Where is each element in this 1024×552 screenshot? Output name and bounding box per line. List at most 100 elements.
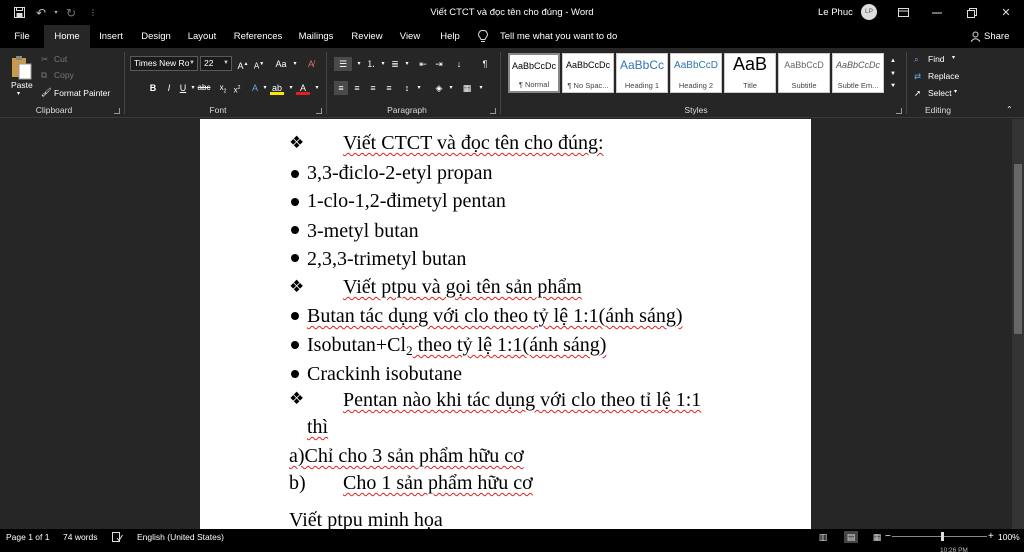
avatar[interactable]: LP (861, 4, 877, 20)
style-normal[interactable]: AaBbCcDc ¶ Normal (508, 53, 560, 93)
font-color-icon[interactable]: A (296, 81, 310, 95)
proofing-icon[interactable] (112, 529, 123, 545)
list-item[interactable]: Isobutan+Cl2 theo tỷ lệ 1:1(ánh sáng) (307, 333, 606, 363)
italic-icon[interactable]: I (162, 81, 176, 95)
copy-button[interactable]: Copy (54, 70, 74, 80)
document-page[interactable]: ❖ Viết CTCT và đọc tên cho đúng: 3,3-đic… (200, 119, 811, 529)
chevron-down-icon[interactable]: ▾ (412, 81, 426, 95)
heading-line-3-continued[interactable]: thì (307, 415, 328, 439)
cut-icon[interactable]: ✂ (41, 54, 48, 65)
list-item[interactable]: 3,3-điclo-2-etyl propan (307, 161, 493, 185)
font-name-box[interactable]: Times New Ro ▼ (130, 56, 198, 71)
customize-quick-access-icon[interactable]: ⋮ (82, 0, 104, 25)
chevron-down-icon[interactable]: ▾ (400, 57, 414, 71)
bold-icon[interactable]: B (146, 81, 160, 95)
paste-button[interactable]: Paste (11, 80, 33, 90)
align-right-icon[interactable]: ≡ (366, 81, 380, 95)
style-no-spacing[interactable]: AaBbCcDc ¶ No Spac... (562, 53, 614, 93)
tab-file[interactable]: File (8, 25, 36, 48)
chevron-down-icon[interactable]: ▾ (288, 57, 302, 71)
find-button[interactable]: Find (928, 54, 945, 64)
tab-help[interactable]: Help (436, 25, 464, 48)
highlight-icon[interactable]: ab (270, 81, 284, 95)
collapse-ribbon-icon[interactable]: ⌃ (1006, 105, 1013, 114)
restore-icon[interactable] (955, 0, 989, 25)
styles-scroll-down-icon[interactable]: ▼ (886, 67, 900, 81)
clipboard-launcher-icon[interactable] (114, 108, 120, 114)
styles-scroll-up-icon[interactable]: ▲ (886, 54, 900, 68)
paste-icon[interactable] (10, 55, 32, 81)
print-layout-icon[interactable]: ▤ (844, 531, 858, 543)
grow-font-icon[interactable]: A▲ (236, 57, 250, 71)
ribbon-display-options-icon[interactable] (886, 0, 920, 25)
vertical-scrollbar[interactable] (1012, 119, 1024, 529)
style-heading-2[interactable]: AaBbCcD Heading 2 (670, 53, 722, 93)
list-item[interactable]: 1-clo-1,2-đimetyl pentan (307, 189, 506, 213)
borders-icon[interactable]: ▦ (460, 81, 474, 95)
heading-line-3[interactable]: Pentan nào khi tác dụng với clo theo tỉ … (343, 388, 701, 412)
list-item[interactable]: Crackinh isobutane (307, 362, 462, 386)
word-count[interactable]: 74 words (63, 529, 98, 545)
zoom-level[interactable]: 100% (998, 529, 1020, 545)
clear-formatting-icon[interactable]: A̸ (304, 57, 318, 71)
tab-view[interactable]: View (396, 25, 424, 48)
heading-line-1[interactable]: Viết CTCT và đọc tên cho đúng: (343, 131, 604, 155)
zoom-in-icon[interactable]: + (988, 529, 994, 545)
decrease-indent-icon[interactable]: ⇤ (416, 57, 430, 71)
option-b[interactable]: Cho 1 sản phẩm hữu cơ (343, 471, 533, 495)
option-a[interactable]: a)Chỉ cho 3 sản phẩm hữu cơ (289, 444, 524, 468)
shrink-font-icon[interactable]: A▼ (252, 57, 266, 71)
tab-insert[interactable]: Insert (94, 25, 128, 48)
scrollbar-thumb[interactable] (1014, 164, 1022, 334)
zoom-slider-thumb[interactable] (941, 532, 944, 541)
show-formatting-icon[interactable]: ¶ (478, 57, 492, 71)
cut-button[interactable]: Cut (54, 54, 67, 64)
chevron-down-icon[interactable]: ▾ (952, 54, 955, 61)
language-indicator[interactable]: English (United States) (137, 529, 224, 545)
closing-line[interactable]: Viết ptpu minh họa (289, 508, 443, 529)
strikethrough-icon[interactable]: abc (196, 81, 212, 95)
styles-launcher-icon[interactable] (896, 108, 902, 114)
user-name[interactable]: Le Phuc (818, 0, 853, 25)
format-painter-icon[interactable]: 🖌 (41, 87, 52, 98)
style-title[interactable]: AaB Title (724, 53, 776, 93)
replace-button[interactable]: Replace (928, 71, 959, 81)
style-heading-1[interactable]: AaBbCc Heading 1 (616, 53, 668, 93)
list-item[interactable]: Butan tác dụng với clo theo tỷ lệ 1:1(án… (307, 304, 683, 328)
tab-mailings[interactable]: Mailings (296, 25, 336, 48)
superscript-icon[interactable]: x2 (230, 81, 244, 95)
tab-home[interactable]: Home (44, 25, 90, 48)
bullets-icon[interactable]: ☰ (334, 57, 352, 71)
font-size-box[interactable]: 22 ▼ (200, 56, 232, 71)
tab-layout[interactable]: Layout (184, 25, 220, 48)
align-center-icon[interactable]: ≡ (350, 81, 364, 95)
justify-icon[interactable]: ≡ (382, 81, 396, 95)
paste-dropdown-icon[interactable]: ▾ (17, 90, 20, 97)
page-count[interactable]: Page 1 of 1 (6, 529, 49, 545)
format-painter-button[interactable]: Format Painter (54, 88, 110, 98)
heading-line-2[interactable]: Viết ptpu và gọi tên sản phẩm (343, 275, 582, 299)
tell-me-search[interactable]: Tell me what you want to do (500, 25, 617, 48)
option-b-label[interactable]: b) (289, 471, 306, 495)
undo-dropdown-icon[interactable]: ▾ (52, 0, 60, 25)
zoom-out-icon[interactable]: − (885, 529, 891, 545)
sort-icon[interactable]: ↓ (452, 57, 466, 71)
chevron-down-icon[interactable]: ▾ (954, 88, 957, 95)
list-item[interactable]: 2,3,3-trimetyl butan (307, 247, 466, 271)
change-case-icon[interactable]: Aa (274, 57, 288, 71)
copy-icon[interactable]: ⧉ (41, 70, 47, 81)
share-button[interactable]: Share (984, 25, 1009, 48)
paragraph-launcher-icon[interactable] (490, 108, 496, 114)
style-subtle-emphasis[interactable]: AaBbCcDc Subtle Em... (832, 53, 884, 93)
redo-icon[interactable]: ↻ (60, 0, 82, 25)
style-subtitle[interactable]: AaBbCcD Subtitle (778, 53, 830, 93)
save-icon[interactable] (8, 0, 30, 25)
document-area[interactable]: ❖ Viết CTCT và đọc tên cho đúng: 3,3-đic… (0, 119, 1024, 529)
web-layout-icon[interactable]: ▦ (870, 531, 884, 543)
minimize-icon[interactable] (920, 0, 954, 25)
chevron-down-icon[interactable]: ▾ (310, 81, 324, 95)
undo-icon[interactable]: ↶ (30, 0, 52, 25)
chevron-down-icon[interactable]: ▾ (474, 81, 488, 95)
select-button[interactable]: Select (928, 88, 952, 98)
tab-design[interactable]: Design (138, 25, 174, 48)
